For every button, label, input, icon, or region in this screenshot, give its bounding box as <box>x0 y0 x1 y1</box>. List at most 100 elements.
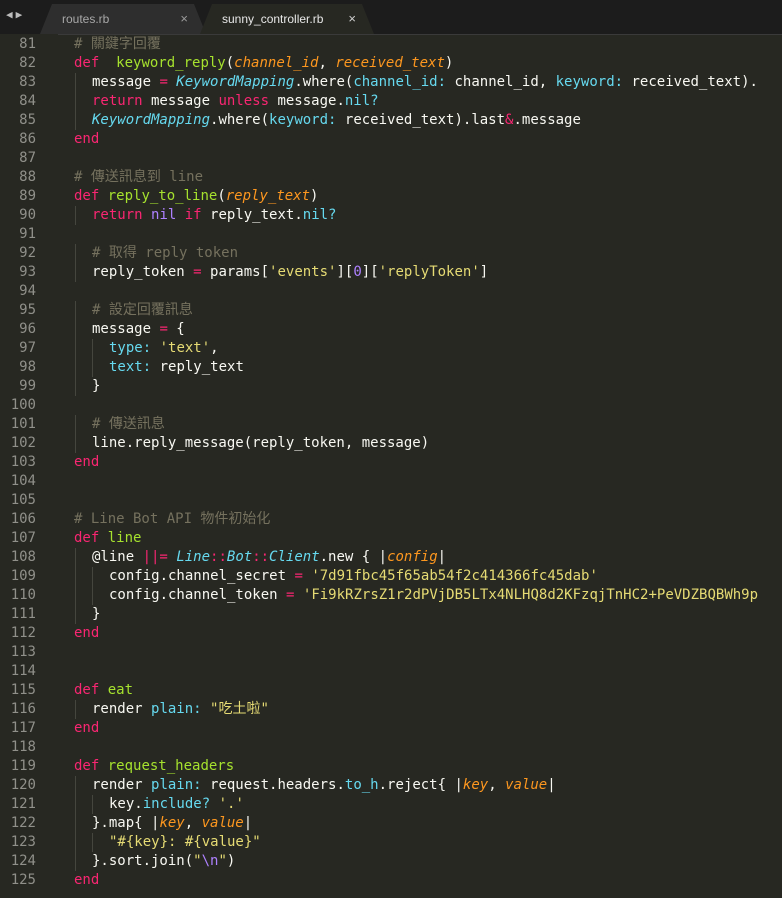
indent-guide <box>75 434 76 453</box>
close-icon[interactable]: × <box>348 4 356 34</box>
code-line[interactable]: 82 def keyword_reply(channel_id, received… <box>0 54 782 73</box>
code-token: plain: <box>151 701 202 717</box>
line-number: 114 <box>10 663 36 679</box>
code-editor[interactable]: 81 # 關鍵字回覆 82 def keyword_reply(channel_id,… <box>0 34 782 898</box>
line-number: 124 <box>10 853 36 869</box>
code-line[interactable]: 124}.sort.join("\n") <box>0 852 782 871</box>
code-line[interactable]: 95 # 設定回覆訊息 <box>0 301 782 320</box>
code-line[interactable]: 96 message = { <box>0 320 782 339</box>
code-line[interactable]: 108 @line ||= Line::Bot::Client.new { |co… <box>0 548 782 567</box>
code-line[interactable]: 116 render plain: "吃土啦" <box>0 700 782 719</box>
line-number: 99 <box>19 378 36 394</box>
code-line[interactable]: 98 text: reply_text <box>0 358 782 377</box>
code-line[interactable]: 100 <box>0 396 782 415</box>
code-token: ) <box>444 55 454 71</box>
close-icon[interactable]: × <box>180 4 188 34</box>
code-line[interactable]: 111} <box>0 605 782 624</box>
code-token: '7d91fbc45f65ab54f2c414366fc45dab' <box>311 568 598 584</box>
tab-routes[interactable]: routes.rb × <box>40 4 206 34</box>
line-code: reply_token = params['events'][0]['reply… <box>92 263 488 282</box>
code-token: render <box>92 777 152 793</box>
code-line[interactable]: 93 reply_token = params['events'][0]['rep… <box>0 263 782 282</box>
code-token: .reject{ | <box>378 777 463 793</box>
line-number: 122 <box>10 815 36 831</box>
code-token: plain: <box>151 777 202 793</box>
code-line[interactable]: 125 end <box>0 871 782 890</box>
code-token: 'replyToken' <box>378 264 480 280</box>
code-line[interactable]: 101 # 傳送訊息 <box>0 415 782 434</box>
indent-guide <box>92 586 93 605</box>
code-line[interactable]: 89 def reply_to_line(reply_text) <box>0 187 782 206</box>
indent-guide <box>92 795 93 814</box>
code-token: reply_to_line <box>107 188 218 204</box>
code-line[interactable]: 110 config.channel_token = 'Fi9kRZrsZ1r2d… <box>0 586 782 605</box>
code-token: ][ <box>361 264 379 280</box>
code-line[interactable]: 121 key.include? '.' <box>0 795 782 814</box>
code-line[interactable]: 109 config.channel_secret = '7d91fbc45f65… <box>0 567 782 586</box>
code-line[interactable]: 87 <box>0 149 782 168</box>
indent-guide <box>75 548 76 567</box>
code-line[interactable]: 123 "#{key}: #{value}" <box>0 833 782 852</box>
code-line[interactable]: 99} <box>0 377 782 396</box>
line-number: 121 <box>10 796 36 812</box>
line-code: end <box>74 624 99 643</box>
code-line[interactable]: 92 # 取得 reply token <box>0 244 782 263</box>
line-code: message = { <box>92 320 185 339</box>
code-line[interactable]: 117 end <box>0 719 782 738</box>
code-token: ||= <box>142 549 168 565</box>
code-line[interactable]: 94 <box>0 282 782 301</box>
code-token: reply_text <box>225 188 311 204</box>
code-token: "#{key}: #{value}" <box>109 834 261 850</box>
indent-guide <box>92 833 93 852</box>
line-code: @line ||= Line::Bot::Client.new { |confi… <box>92 548 446 567</box>
line-number: 118 <box>10 739 36 755</box>
line-number: 119 <box>10 758 36 774</box>
code-line[interactable]: 97 type: 'text', <box>0 339 782 358</box>
code-line[interactable]: 122}.map{ |key, value| <box>0 814 782 833</box>
line-number: 88 <box>19 169 36 185</box>
code-line[interactable]: 91 <box>0 225 782 244</box>
tab-nav-arrows-icon[interactable]: ◀▶ <box>6 8 25 21</box>
indent-guide <box>75 320 76 339</box>
code-token: message <box>142 93 219 109</box>
code-line[interactable]: 102 line.reply_message(reply_token, messa… <box>0 434 782 453</box>
code-line[interactable]: 105 <box>0 491 782 510</box>
tab-sunny-controller[interactable]: sunny_controller.rb × <box>200 4 374 34</box>
code-line[interactable]: 107 def line <box>0 529 782 548</box>
code-token: keyword: <box>555 74 624 90</box>
code-line[interactable]: 103 end <box>0 453 782 472</box>
line-number: 101 <box>10 416 36 432</box>
code-line[interactable]: 104 <box>0 472 782 491</box>
code-line[interactable]: 112 end <box>0 624 782 643</box>
code-token: nil? <box>344 93 379 109</box>
line-code: key.include? '.' <box>109 795 244 814</box>
code-line[interactable]: 120 render plain: request.headers.to_h.re… <box>0 776 782 795</box>
code-line[interactable]: 85 KeywordMapping.where(keyword: received… <box>0 111 782 130</box>
code-line[interactable]: 83 message = KeywordMapping.where(channel… <box>0 73 782 92</box>
code-line[interactable]: 106 # Line Bot API 物件初始化 <box>0 510 782 529</box>
code-token: def <box>74 188 100 204</box>
code-line[interactable]: 118 <box>0 738 782 757</box>
code-token: def <box>74 55 100 71</box>
code-line[interactable]: 90 return nil if reply_text.nil? <box>0 206 782 225</box>
code-line[interactable]: 81 # 關鍵字回覆 <box>0 35 782 54</box>
code-token: = <box>159 74 168 90</box>
line-code: config.channel_secret = '7d91fbc45f65ab5… <box>109 567 598 586</box>
code-line[interactable]: 114 <box>0 662 782 681</box>
code-token: channel_id: <box>353 74 447 90</box>
line-number: 83 <box>19 74 36 90</box>
code-token: .new { | <box>319 549 388 565</box>
code-line[interactable]: 84 return message unless message.nil? <box>0 92 782 111</box>
code-line[interactable]: 88 # 傳送訊息到 line <box>0 168 782 187</box>
code-line[interactable]: 115 def eat <box>0 681 782 700</box>
code-token: '.' <box>218 796 244 812</box>
code-line[interactable]: 119 def request_headers <box>0 757 782 776</box>
code-token: KeywordMapping <box>167 74 295 90</box>
indent-guide <box>75 795 76 814</box>
indent-guide <box>75 339 76 358</box>
code-line[interactable]: 86 end <box>0 130 782 149</box>
code-token: , <box>318 55 336 71</box>
code-token: message <box>92 321 160 337</box>
code-line[interactable]: 113 <box>0 643 782 662</box>
